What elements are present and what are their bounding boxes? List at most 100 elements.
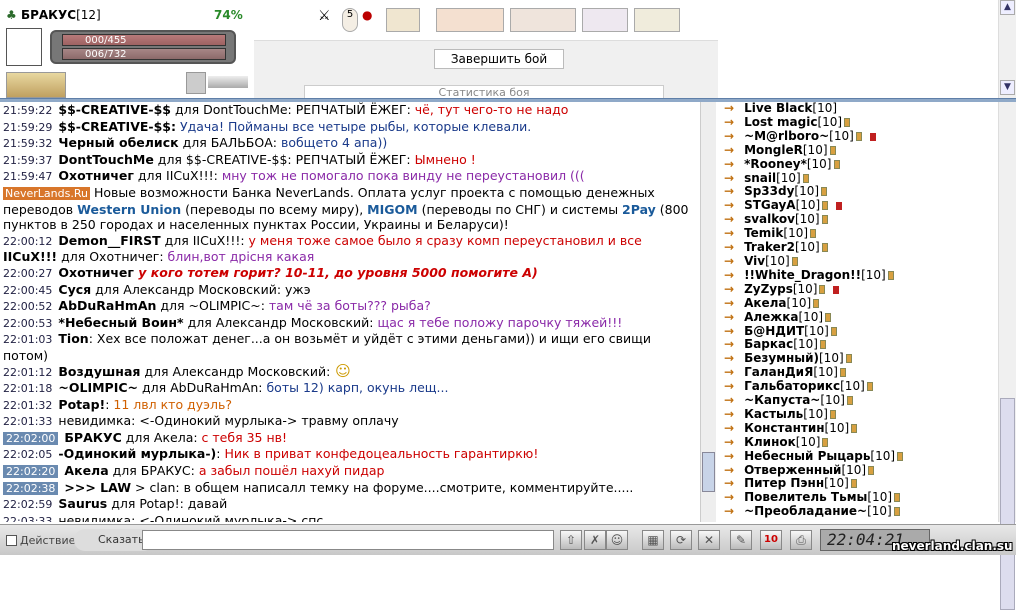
user-list-item[interactable]: → ZyZyps[10] — [718, 282, 998, 297]
message-author[interactable]: БРАКУС — [64, 430, 121, 445]
info-icon[interactable] — [829, 145, 836, 155]
info-icon[interactable] — [819, 340, 826, 350]
message-input[interactable] — [142, 530, 554, 550]
user-list-item[interactable]: → Безумный)[10] — [718, 351, 998, 366]
send-icon[interactable]: ⇧ — [560, 530, 582, 550]
message-author[interactable]: ~OLIMPIC~ — [58, 380, 138, 395]
message-time[interactable]: 21:59:37 — [3, 154, 52, 167]
private-arrow-icon[interactable]: → — [724, 393, 734, 407]
user-name[interactable]: Temik — [744, 226, 783, 240]
message-author[interactable]: AbDuRaHmAn — [58, 298, 156, 313]
user-name[interactable]: MongleR — [744, 143, 803, 157]
user-name[interactable]: Алежка — [744, 310, 798, 324]
info-icon[interactable] — [851, 423, 858, 433]
scroll-down-icon[interactable]: ▼ — [1000, 80, 1015, 95]
user-list-item[interactable]: → Клинок[10] — [718, 435, 998, 450]
chat-scrollbar[interactable] — [700, 102, 716, 522]
message-time[interactable]: 22:03:33 — [3, 515, 52, 522]
user-name[interactable]: Гальбаторикс — [744, 379, 840, 393]
message-author[interactable]: Черный обелиск — [58, 135, 178, 150]
armor-icon[interactable] — [436, 8, 504, 32]
user-list-item[interactable]: → MongleR[10] — [718, 143, 998, 158]
user-list-item[interactable]: → Viv[10] — [718, 254, 998, 269]
user-list-item[interactable]: → Гальбаторикс[10] — [718, 379, 998, 394]
user-list-item[interactable]: → ГаланДиЯ[10] — [718, 365, 998, 380]
private-arrow-icon[interactable]: → — [724, 226, 734, 240]
user-name[interactable]: *Rooney* — [744, 157, 807, 171]
message-time[interactable]: 21:59:32 — [3, 137, 52, 150]
message-author[interactable]: Акела — [64, 463, 108, 478]
info-icon[interactable] — [887, 270, 894, 280]
user-list-item[interactable]: → Sp33dy[10] — [718, 184, 998, 199]
action-checkbox[interactable] — [6, 535, 17, 546]
info-icon[interactable] — [866, 382, 873, 392]
message-author[interactable]: -Одинокий мурлыка-) — [58, 446, 216, 461]
message-time[interactable]: 22:02:20 — [3, 465, 59, 479]
user-name[interactable]: ZyZyps — [744, 282, 793, 296]
user-name[interactable]: Безумный) — [744, 351, 819, 365]
user-list-item[interactable]: → snail[10] — [718, 171, 998, 186]
user-name[interactable]: ~Преобладание~ — [744, 504, 867, 518]
info-icon[interactable] — [855, 131, 862, 141]
private-arrow-icon[interactable]: → — [724, 240, 734, 254]
private-arrow-icon[interactable]: → — [724, 143, 734, 157]
private-arrow-icon[interactable]: → — [724, 171, 734, 185]
private-arrow-icon[interactable]: → — [724, 268, 734, 282]
private-arrow-icon[interactable]: → — [724, 157, 734, 171]
private-arrow-icon[interactable]: → — [724, 337, 734, 351]
user-name[interactable]: Питер Пэнн — [744, 476, 824, 491]
user-list-item[interactable]: → Питер Пэнн[10] — [718, 477, 998, 491]
private-arrow-icon[interactable]: → — [724, 296, 734, 310]
private-arrow-icon[interactable]: → — [724, 351, 734, 365]
info-icon[interactable] — [850, 479, 857, 489]
user-list-item[interactable]: → Константин[10] — [718, 421, 998, 436]
message-time[interactable]: 22:02:38 — [3, 481, 59, 495]
info-icon[interactable] — [839, 368, 846, 378]
user-list-item[interactable]: → Отверженный[10] — [718, 463, 998, 478]
info-icon[interactable] — [897, 451, 904, 461]
message-time[interactable]: 22:02:05 — [3, 448, 52, 461]
flag-icon[interactable] — [582, 8, 628, 32]
message-time[interactable]: 22:00:45 — [3, 284, 52, 297]
user-list-item[interactable]: → Акела[10] — [718, 296, 998, 311]
user-name[interactable]: Б@НДИТ — [744, 324, 804, 338]
info-icon[interactable] — [813, 298, 820, 308]
user-list-item[interactable]: → Баркас[10] — [718, 337, 998, 352]
user-list-item[interactable]: → Lost magic[10] — [718, 115, 998, 130]
message-time[interactable]: 21:59:29 — [3, 121, 52, 134]
mask-icon[interactable] — [510, 8, 576, 32]
end-battle-button[interactable]: Завершить бой — [434, 49, 564, 69]
info-icon[interactable] — [894, 493, 901, 503]
info-icon[interactable] — [822, 201, 829, 211]
info-icon[interactable] — [829, 409, 836, 419]
user-list-scrollbar[interactable] — [998, 102, 1016, 610]
info-icon[interactable] — [802, 173, 809, 183]
user-list-item[interactable]: → ~M@rlboro~[10] — [718, 129, 998, 144]
message-time[interactable]: 22:00:27 — [3, 267, 52, 280]
info-icon[interactable] — [844, 117, 851, 127]
message-time[interactable]: 22:01:33 — [3, 415, 52, 428]
message-author[interactable]: Potap! — [58, 397, 105, 412]
user-name[interactable]: Traker2 — [744, 240, 795, 254]
private-arrow-icon[interactable]: → — [724, 476, 734, 491]
action-toggle[interactable]: Действие — [6, 534, 75, 547]
message-author[interactable]: Охотничег — [58, 265, 134, 280]
message-author[interactable]: Demon__FIRST — [58, 233, 160, 248]
sword-icon[interactable] — [208, 76, 248, 88]
private-arrow-icon[interactable]: → — [724, 324, 734, 338]
user-name[interactable]: ~M@rlboro~ — [744, 129, 829, 143]
user-list-item[interactable]: → ~Капуста~[10] — [718, 393, 998, 408]
user-list-item[interactable]: → Live Black[10] — [718, 102, 998, 116]
hourglass-icon[interactable] — [634, 8, 680, 32]
info-icon[interactable] — [821, 215, 828, 225]
info-icon[interactable] — [819, 284, 826, 294]
user-list-item[interactable]: → Кастыль[10] — [718, 407, 998, 422]
scroll-up-icon[interactable]: ▲ — [1000, 0, 1015, 15]
info-icon[interactable] — [821, 187, 828, 197]
user-name[interactable]: Константин — [744, 421, 824, 435]
user-list-item[interactable]: → Повелитель Тьмы[10] — [718, 490, 998, 505]
info-icon[interactable] — [845, 354, 852, 364]
message-author[interactable]: Охотничег — [58, 168, 134, 183]
user-name[interactable]: !!White_Dragon!! — [744, 268, 861, 282]
message-time[interactable]: 22:00:12 — [3, 235, 52, 248]
